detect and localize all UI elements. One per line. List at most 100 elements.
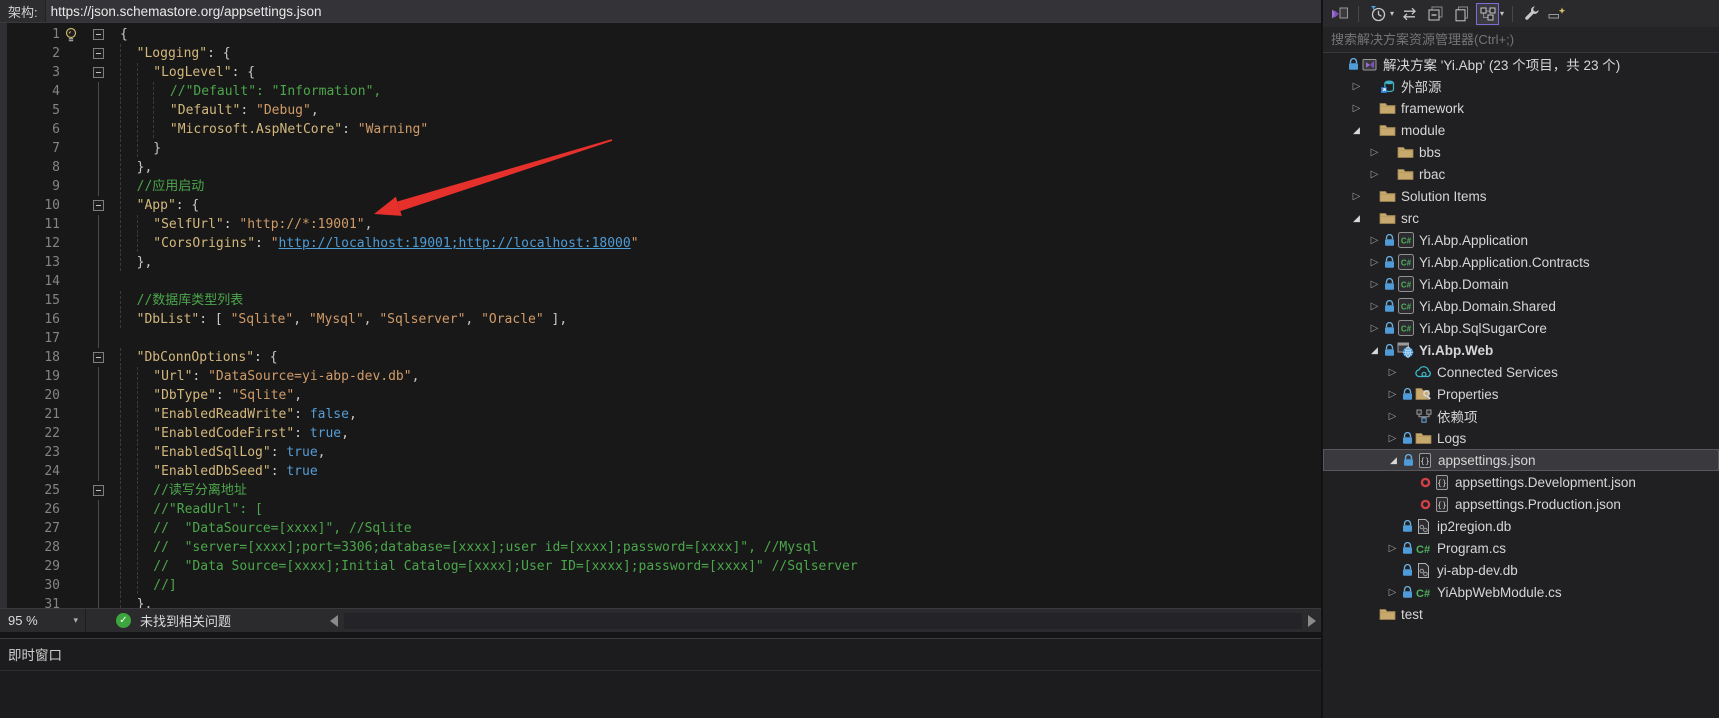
excluded-file-icon (1418, 477, 1432, 488)
scroll-left-icon[interactable] (330, 615, 338, 627)
lock-icon (1400, 564, 1414, 577)
expander-collapsed-icon[interactable] (1367, 323, 1382, 334)
collapse-all-icon[interactable] (1424, 3, 1447, 25)
tree-item-依赖项[interactable]: 依赖项 (1323, 405, 1719, 427)
fold-collapse-icon[interactable] (93, 485, 104, 496)
preview-selected-items-icon[interactable] (1546, 3, 1569, 25)
code-text: "CorsOrigins": "http://localhost:19001;h… (120, 234, 639, 253)
fold-guide-line (98, 576, 99, 595)
fold-collapse-icon[interactable] (93, 48, 104, 59)
tree-item-appsettings.development.json[interactable]: {}appsettings.Development.json (1323, 471, 1719, 493)
scrollbar-track[interactable] (344, 613, 1302, 629)
tree-item-yi.abp.application.contracts[interactable]: C#Yi.Abp.Application.Contracts (1323, 251, 1719, 273)
code-line-20: 20"DbType": "Sqlite", (7, 386, 1321, 405)
code-line-14: 14 (7, 272, 1321, 291)
tree-item-properties[interactable]: Properties (1323, 383, 1719, 405)
code-line-25: 25//读写分离地址 (7, 481, 1321, 500)
tree-item-module[interactable]: module (1323, 119, 1719, 141)
expander-collapsed-icon[interactable] (1367, 235, 1382, 246)
expander-collapsed-icon[interactable] (1349, 191, 1364, 202)
lightbulb-slot (60, 500, 82, 519)
indent-guide (120, 234, 137, 252)
expander-expanded-icon[interactable] (1349, 125, 1364, 136)
fold-collapse-icon[interactable] (93, 352, 104, 363)
expander-collapsed-icon[interactable] (1385, 367, 1400, 378)
tree-item-framework[interactable]: framework (1323, 97, 1719, 119)
lock-icon (1382, 234, 1396, 247)
lightbulb-slot (60, 329, 82, 348)
fold-guide-line (98, 272, 99, 291)
indent-guide (120, 557, 137, 575)
tree-item-logs[interactable]: Logs (1323, 427, 1719, 449)
lock-icon (1401, 454, 1415, 467)
tree-item-yiabpwebmodule.cs[interactable]: C#YiAbpWebModule.cs (1323, 581, 1719, 603)
tree-item-appsettings.json[interactable]: {}appsettings.json (1323, 449, 1719, 471)
expander-collapsed-icon[interactable] (1385, 433, 1400, 444)
expander-collapsed-icon[interactable] (1367, 301, 1382, 312)
tree-item-ip2region.db[interactable]: ip2region.db (1323, 515, 1719, 537)
tree-item-外部源[interactable]: 外部源 (1323, 75, 1719, 97)
tree-item-bbs[interactable]: bbs (1323, 141, 1719, 163)
expander-collapsed-icon[interactable] (1385, 587, 1400, 598)
tree-item-解决方案-yi.abp-23-个项目-共-23-个-[interactable]: 解决方案 'Yi.Abp' (23 个项目，共 23 个) (1323, 53, 1719, 75)
fold-collapse-icon[interactable] (93, 29, 104, 40)
tree-item-rbac[interactable]: rbac (1323, 163, 1719, 185)
fold-margin (90, 234, 106, 253)
tree-item-yi.abp.sqlsugarcore[interactable]: C#Yi.Abp.SqlSugarCore (1323, 317, 1719, 339)
search-input[interactable] (1323, 31, 1719, 48)
expander-collapsed-icon[interactable] (1349, 81, 1364, 92)
schema-url-combo[interactable]: https://json.schemastore.org/appsettings… (45, 0, 1321, 22)
tree-item-yi.abp.application[interactable]: C#Yi.Abp.Application (1323, 229, 1719, 251)
csharp-project-icon: C# (1396, 254, 1415, 270)
fold-guide-line (98, 367, 99, 386)
properties-wrench-icon[interactable] (1520, 3, 1543, 25)
fold-margin (90, 291, 106, 310)
expander-collapsed-icon[interactable] (1385, 389, 1400, 400)
tree-item-solution-items[interactable]: Solution Items (1323, 185, 1719, 207)
tree-item-connected-services[interactable]: Connected Services (1323, 361, 1719, 383)
tree-item-yi.abp.domain.shared[interactable]: C#Yi.Abp.Domain.Shared (1323, 295, 1719, 317)
expander-collapsed-icon[interactable] (1385, 411, 1400, 422)
tree-item-label: appsettings.Development.json (1451, 475, 1636, 490)
zoom-level-combo[interactable]: 95 % (0, 609, 86, 632)
code-line-26: 26//"ReadUrl": [ (7, 500, 1321, 519)
expander-expanded-icon[interactable] (1349, 213, 1364, 224)
document-health-indicator[interactable]: 未找到相关问题 (116, 611, 231, 630)
horizontal-scrollbar[interactable] (330, 611, 1316, 631)
indent-guide (137, 101, 154, 119)
immediate-window-panel[interactable]: 即时窗口 (0, 638, 1321, 718)
fold-collapse-icon[interactable] (93, 200, 104, 211)
tree-item-test[interactable]: test (1323, 603, 1719, 625)
indent-guide (137, 462, 154, 480)
fold-collapse-icon[interactable] (93, 67, 104, 78)
expander-collapsed-icon[interactable] (1367, 169, 1382, 180)
line-number: 21 (7, 405, 60, 424)
chevron-down-icon[interactable] (1390, 9, 1394, 18)
expander-expanded-icon[interactable] (1386, 455, 1401, 466)
chevron-down-icon[interactable] (1500, 9, 1504, 18)
tree-item-program.cs[interactable]: C#Program.cs (1323, 537, 1719, 559)
switch-views-icon[interactable] (1328, 3, 1351, 25)
pending-changes-filter-icon[interactable] (1366, 3, 1389, 25)
tree-item-yi.abp.domain[interactable]: C#Yi.Abp.Domain (1323, 273, 1719, 295)
expander-collapsed-icon[interactable] (1367, 257, 1382, 268)
tree-item-label: 外部源 (1397, 76, 1442, 96)
expander-expanded-icon[interactable] (1367, 345, 1382, 356)
tree-item-yi-abp-dev.db[interactable]: yi-abp-dev.db (1323, 559, 1719, 581)
tree-item-src[interactable]: src (1323, 207, 1719, 229)
quick-actions-lightbulb-icon[interactable] (60, 25, 82, 44)
lock-icon (1346, 58, 1360, 71)
sync-arrows-icon[interactable] (1398, 3, 1421, 25)
scroll-right-icon[interactable] (1308, 615, 1316, 627)
sync-with-active-document-icon[interactable] (1476, 3, 1499, 25)
code-editor[interactable]: 1{2"Logging": {3"LogLevel": {4//"Default… (0, 23, 1321, 608)
code-line-30: 30//] (7, 576, 1321, 595)
show-all-files-icon[interactable] (1450, 3, 1473, 25)
expander-collapsed-icon[interactable] (1385, 543, 1400, 554)
tree-item-yi.abp.web[interactable]: Yi.Abp.Web (1323, 339, 1719, 361)
expander-collapsed-icon[interactable] (1367, 147, 1382, 158)
expander-collapsed-icon[interactable] (1367, 279, 1382, 290)
tree-item-appsettings.production.json[interactable]: {}appsettings.Production.json (1323, 493, 1719, 515)
lightbulb-slot (60, 253, 82, 272)
expander-collapsed-icon[interactable] (1349, 103, 1364, 114)
